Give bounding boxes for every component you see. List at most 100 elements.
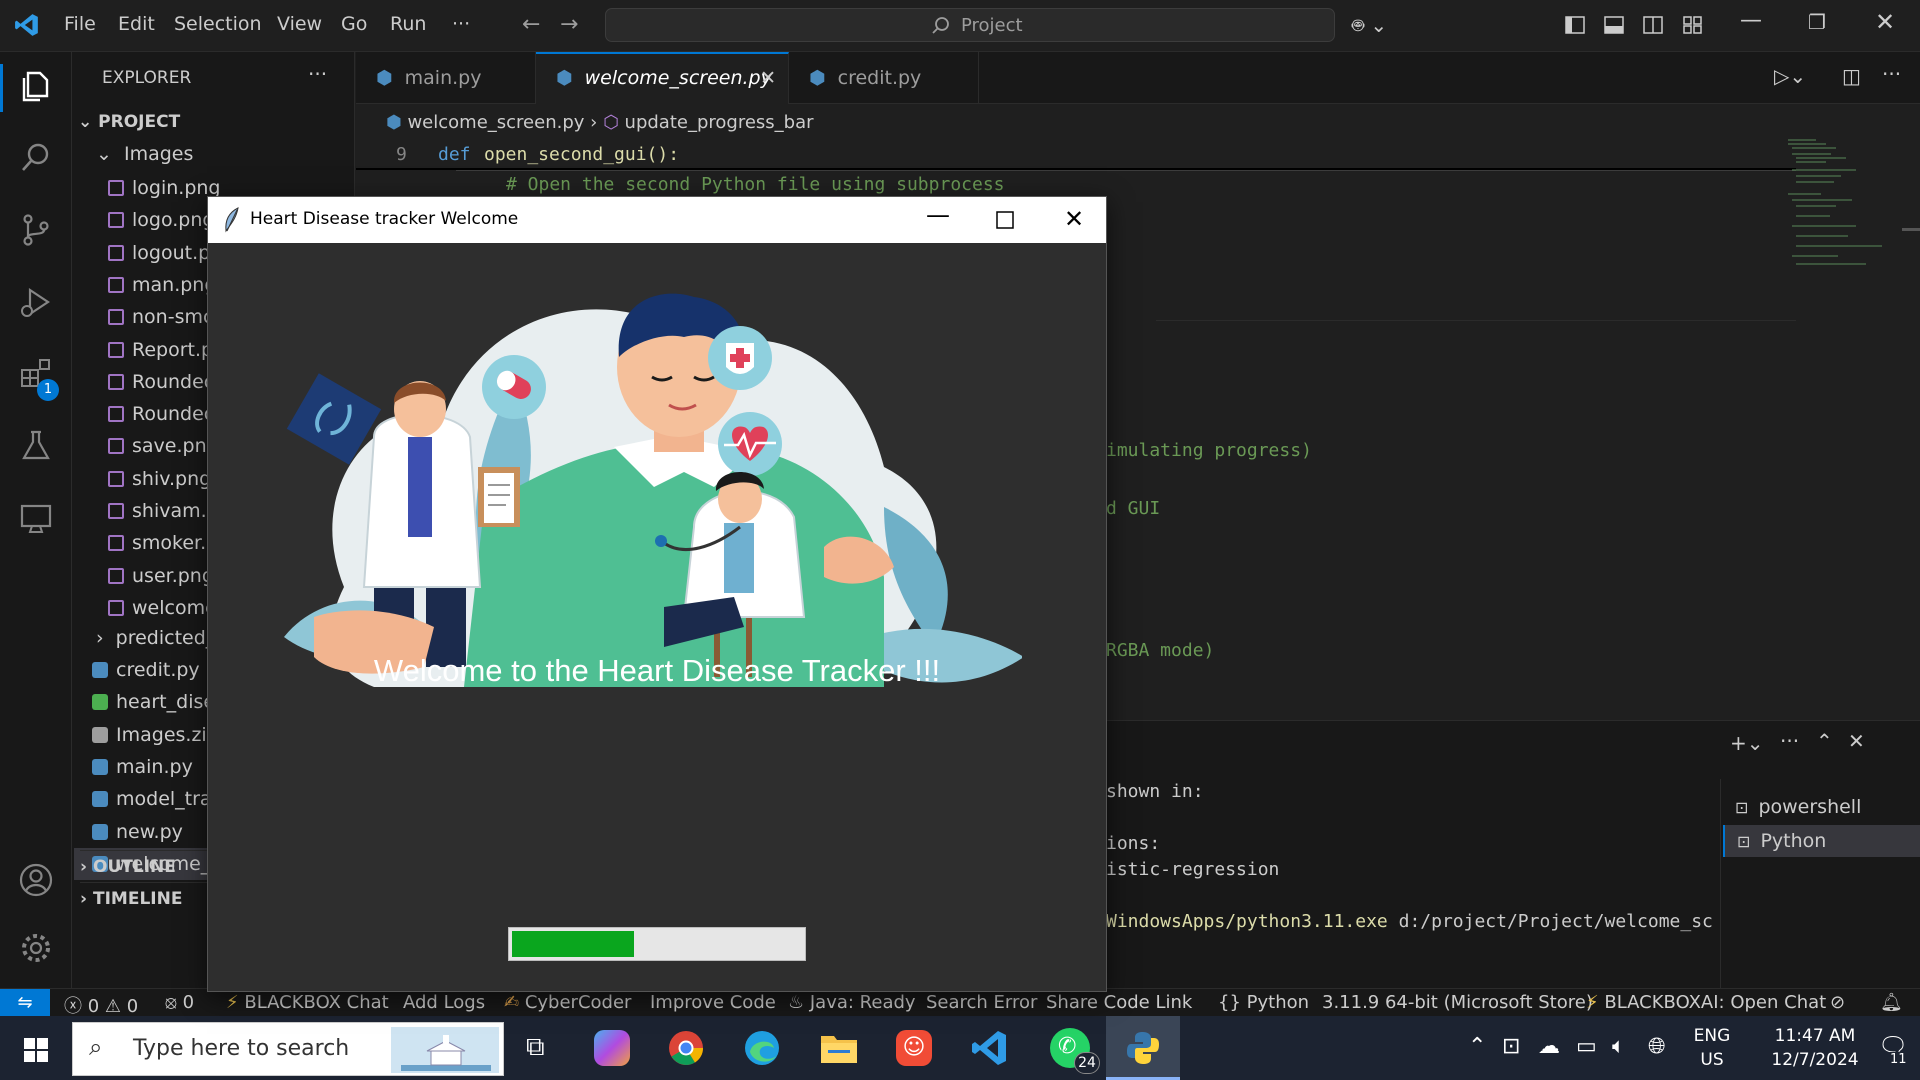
- terminal-item-powershell[interactable]: ⊡ powershell: [1723, 791, 1919, 823]
- windows-start-icon[interactable]: [24, 1038, 48, 1062]
- tk-minimize-icon[interactable]: —: [926, 201, 950, 229]
- tk-close-icon[interactable]: ✕: [1064, 205, 1084, 233]
- explorer-icon[interactable]: [18, 68, 54, 104]
- testing-icon[interactable]: [18, 428, 54, 464]
- source-control-icon[interactable]: [18, 212, 54, 248]
- minimize-icon[interactable]: —: [1740, 8, 1762, 33]
- chevron-right-icon: ›: [80, 857, 88, 877]
- notifications-bell-icon[interactable]: 🔔︎: [1880, 992, 1903, 1013]
- close-panel-icon[interactable]: ✕: [1848, 729, 1865, 753]
- image-file-icon: [108, 599, 124, 616]
- customize-layout-icon[interactable]: [1682, 14, 1704, 36]
- new-terminal-icon[interactable]: +⌄: [1730, 731, 1764, 755]
- volume-icon[interactable]: 🔈︎: [1612, 1034, 1625, 1059]
- remote-explorer-icon[interactable]: [18, 500, 54, 536]
- task-view-icon[interactable]: ⧉: [526, 1032, 545, 1063]
- network-globe-icon[interactable]: 🌐︎: [1648, 1034, 1666, 1059]
- file-label: shiv.png: [132, 467, 212, 490]
- remote-indicator-icon[interactable]: ⇋: [0, 989, 50, 1017]
- split-editor-icon[interactable]: ◫: [1842, 64, 1861, 88]
- minimap-lines: [1788, 139, 1882, 265]
- accounts-icon[interactable]: [18, 862, 54, 898]
- breadcrumb-symbol[interactable]: update_progress_bar: [625, 112, 814, 133]
- tk-maximize-icon[interactable]: [996, 211, 1014, 229]
- nav-forward-icon[interactable]: →: [560, 12, 578, 37]
- explorer-more-icon[interactable]: ···: [308, 62, 327, 86]
- image-file-icon: [108, 438, 124, 455]
- problems-indicator[interactable]: ⓧ 0 ⚠ 0: [64, 992, 138, 1018]
- close-window-icon[interactable]: ✕: [1875, 8, 1895, 36]
- folder-images[interactable]: ⌄ Images: [96, 138, 346, 170]
- file-explorer-icon[interactable]: [820, 1032, 858, 1064]
- clock[interactable]: 11:47 AM 12/7/2024: [1760, 1024, 1870, 1072]
- toggle-sidebar-icon[interactable]: [1564, 14, 1586, 36]
- battery-icon[interactable]: ▭: [1576, 1034, 1597, 1059]
- python-file-icon: ⬢: [376, 67, 393, 89]
- copilot-icon[interactable]: 🤖︎ ⌄: [1352, 12, 1387, 40]
- tab-main-py[interactable]: ⬢ main.py: [356, 52, 536, 104]
- editor-more-icon[interactable]: ···: [1882, 62, 1901, 86]
- windows-taskbar: ⌕ Type here to search ⧉ ☺ ✆ 24 ⌃ ⊡ ☁ ▭ 🔈…: [0, 1016, 1920, 1080]
- panel-more-icon[interactable]: ···: [1780, 729, 1799, 753]
- toggle-secondary-sidebar-icon[interactable]: [1642, 14, 1664, 36]
- tab-credit-py[interactable]: ⬢ credit.py: [789, 52, 979, 104]
- run-debug-icon[interactable]: [18, 284, 54, 320]
- command-center-search[interactable]: Project: [605, 8, 1335, 42]
- ports-indicator[interactable]: ⦻ 0: [165, 992, 194, 1013]
- menu-selection[interactable]: Selection: [174, 13, 262, 35]
- activity-bar: 1: [0, 52, 72, 988]
- settings-gear-icon[interactable]: [18, 930, 54, 966]
- search-error[interactable]: Search Error: [926, 992, 1037, 1013]
- python-interpreter[interactable]: 3.11.9 64-bit (Microsoft Store): [1322, 992, 1593, 1013]
- blackbox-open-chat[interactable]: ⚡ BLACKBOXAI: Open Chat: [1586, 992, 1826, 1013]
- onedrive-icon[interactable]: ☁: [1538, 1034, 1560, 1059]
- menu-edit[interactable]: Edit: [118, 13, 155, 35]
- minimap[interactable]: [1786, 136, 1886, 296]
- tab-close-icon[interactable]: ✕: [760, 54, 776, 102]
- app-icon-red[interactable]: ☺: [896, 1030, 932, 1066]
- meet-icon[interactable]: ⊡: [1502, 1034, 1520, 1059]
- vscode-taskbar-icon[interactable]: [970, 1028, 1010, 1068]
- tk-title-bar[interactable]: Heart Disease tracker Welcome — ✕: [208, 197, 1106, 243]
- search-highlight-image-icon: [391, 1027, 499, 1073]
- toggle-panel-icon[interactable]: [1603, 14, 1625, 36]
- share-code-link[interactable]: Share Code Link: [1046, 992, 1192, 1013]
- search-icon: [932, 17, 949, 34]
- scrollbar-thumb[interactable]: [1902, 228, 1920, 231]
- menu-file[interactable]: File: [64, 13, 96, 35]
- tab-welcome-screen-py[interactable]: ⬢ welcome_screen.py ✕: [536, 52, 789, 104]
- add-logs[interactable]: Add Logs: [403, 992, 485, 1013]
- restore-icon[interactable]: ❐: [1808, 10, 1826, 34]
- cybercoder[interactable]: ✍ CyberCoder: [504, 992, 631, 1013]
- code-comment-fragment: RGBA mode): [1106, 640, 1215, 661]
- terminal-item-python[interactable]: ⊡ Python: [1723, 825, 1920, 857]
- broadcast-icon: ⦻: [165, 992, 177, 1013]
- ports-count: 0: [182, 992, 195, 1013]
- search-icon[interactable]: [18, 140, 54, 176]
- show-hidden-icons-icon[interactable]: ⌃: [1468, 1034, 1486, 1059]
- taskbar-search-box[interactable]: ⌕ Type here to search: [72, 1022, 504, 1076]
- copilot-app-icon[interactable]: [594, 1030, 630, 1066]
- java-status[interactable]: ♨ Java: Ready: [788, 992, 916, 1013]
- nav-back-icon[interactable]: ←: [522, 12, 540, 37]
- language-mode[interactable]: {} Python: [1218, 992, 1309, 1013]
- language-indicator[interactable]: ENG US: [1690, 1024, 1734, 1072]
- chrome-icon[interactable]: [668, 1030, 704, 1066]
- menu-go[interactable]: Go: [341, 13, 367, 35]
- run-file-icon[interactable]: ▷⌄: [1774, 64, 1806, 88]
- edge-icon[interactable]: [744, 1030, 780, 1066]
- improve-code[interactable]: Improve Code: [650, 992, 776, 1013]
- blackbox-chat[interactable]: ⚡ BLACKBOX Chat: [226, 992, 389, 1013]
- project-folder-header[interactable]: ⌄ PROJECT: [78, 106, 348, 138]
- image-file-icon: [108, 567, 124, 584]
- breadcrumb-file[interactable]: welcome_screen.py: [407, 112, 584, 133]
- maximize-panel-icon[interactable]: ⌃: [1816, 729, 1833, 753]
- menu-run[interactable]: Run: [390, 13, 426, 35]
- copilot-disabled-icon[interactable]: ⊘: [1830, 992, 1845, 1013]
- menu-view[interactable]: View: [277, 13, 322, 35]
- hand-icon: ✍: [504, 992, 520, 1013]
- file-label: user.png: [132, 564, 214, 587]
- file-label: Images.zi: [116, 723, 207, 746]
- menu-more[interactable]: ···: [452, 13, 470, 35]
- python-taskbar-item[interactable]: [1106, 1016, 1180, 1080]
